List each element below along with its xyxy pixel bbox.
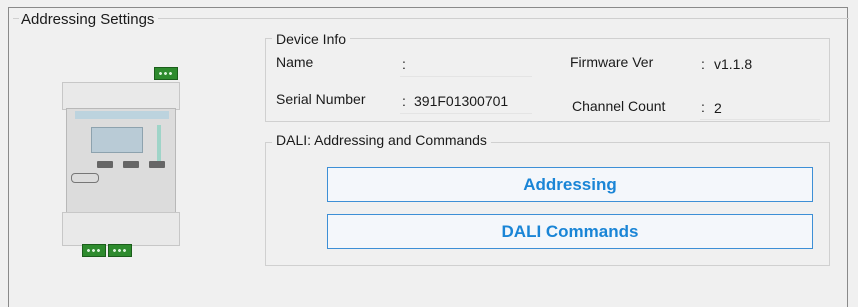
- channel-count-value: 2: [714, 100, 722, 116]
- terminal-block-bottom-left: [82, 244, 106, 257]
- serial-separator: :: [402, 93, 406, 109]
- device-bottom-rail: [62, 212, 180, 246]
- terminal-block-bottom-right: [108, 244, 132, 257]
- name-field-underline: [400, 76, 532, 77]
- device-info-group: [265, 38, 830, 122]
- addressing-settings-title: Addressing Settings: [19, 11, 159, 28]
- dali-controller-device-image: [60, 62, 202, 262]
- device-front-panel: [66, 108, 176, 216]
- dali-group-title: DALI: Addressing and Commands: [272, 132, 491, 148]
- serial-number-label: Serial Number: [276, 91, 366, 107]
- serial-field-underline: [400, 113, 532, 114]
- firmware-label: Firmware Ver: [570, 54, 654, 70]
- firmware-value: v1.1.8: [714, 56, 753, 72]
- device-dali-logo: [71, 173, 99, 183]
- device-brand-strip: [75, 111, 169, 119]
- channel-count-label: Channel Count: [572, 98, 666, 114]
- name-separator: :: [402, 56, 406, 72]
- channel-separator: :: [701, 99, 705, 115]
- dali-commands-button[interactable]: DALI Commands: [327, 214, 813, 249]
- terminal-block-top: [154, 67, 178, 80]
- device-display: [91, 127, 143, 153]
- device-top-rail: [62, 82, 180, 110]
- name-label: Name: [276, 54, 314, 70]
- device-status-strip: [157, 125, 161, 161]
- channel-field-underline: [700, 119, 820, 120]
- addressing-button[interactable]: Addressing: [327, 167, 813, 202]
- device-info-title: Device Info: [272, 31, 351, 47]
- serial-number-value: 391F01300701: [414, 93, 509, 109]
- firmware-separator: :: [701, 56, 705, 72]
